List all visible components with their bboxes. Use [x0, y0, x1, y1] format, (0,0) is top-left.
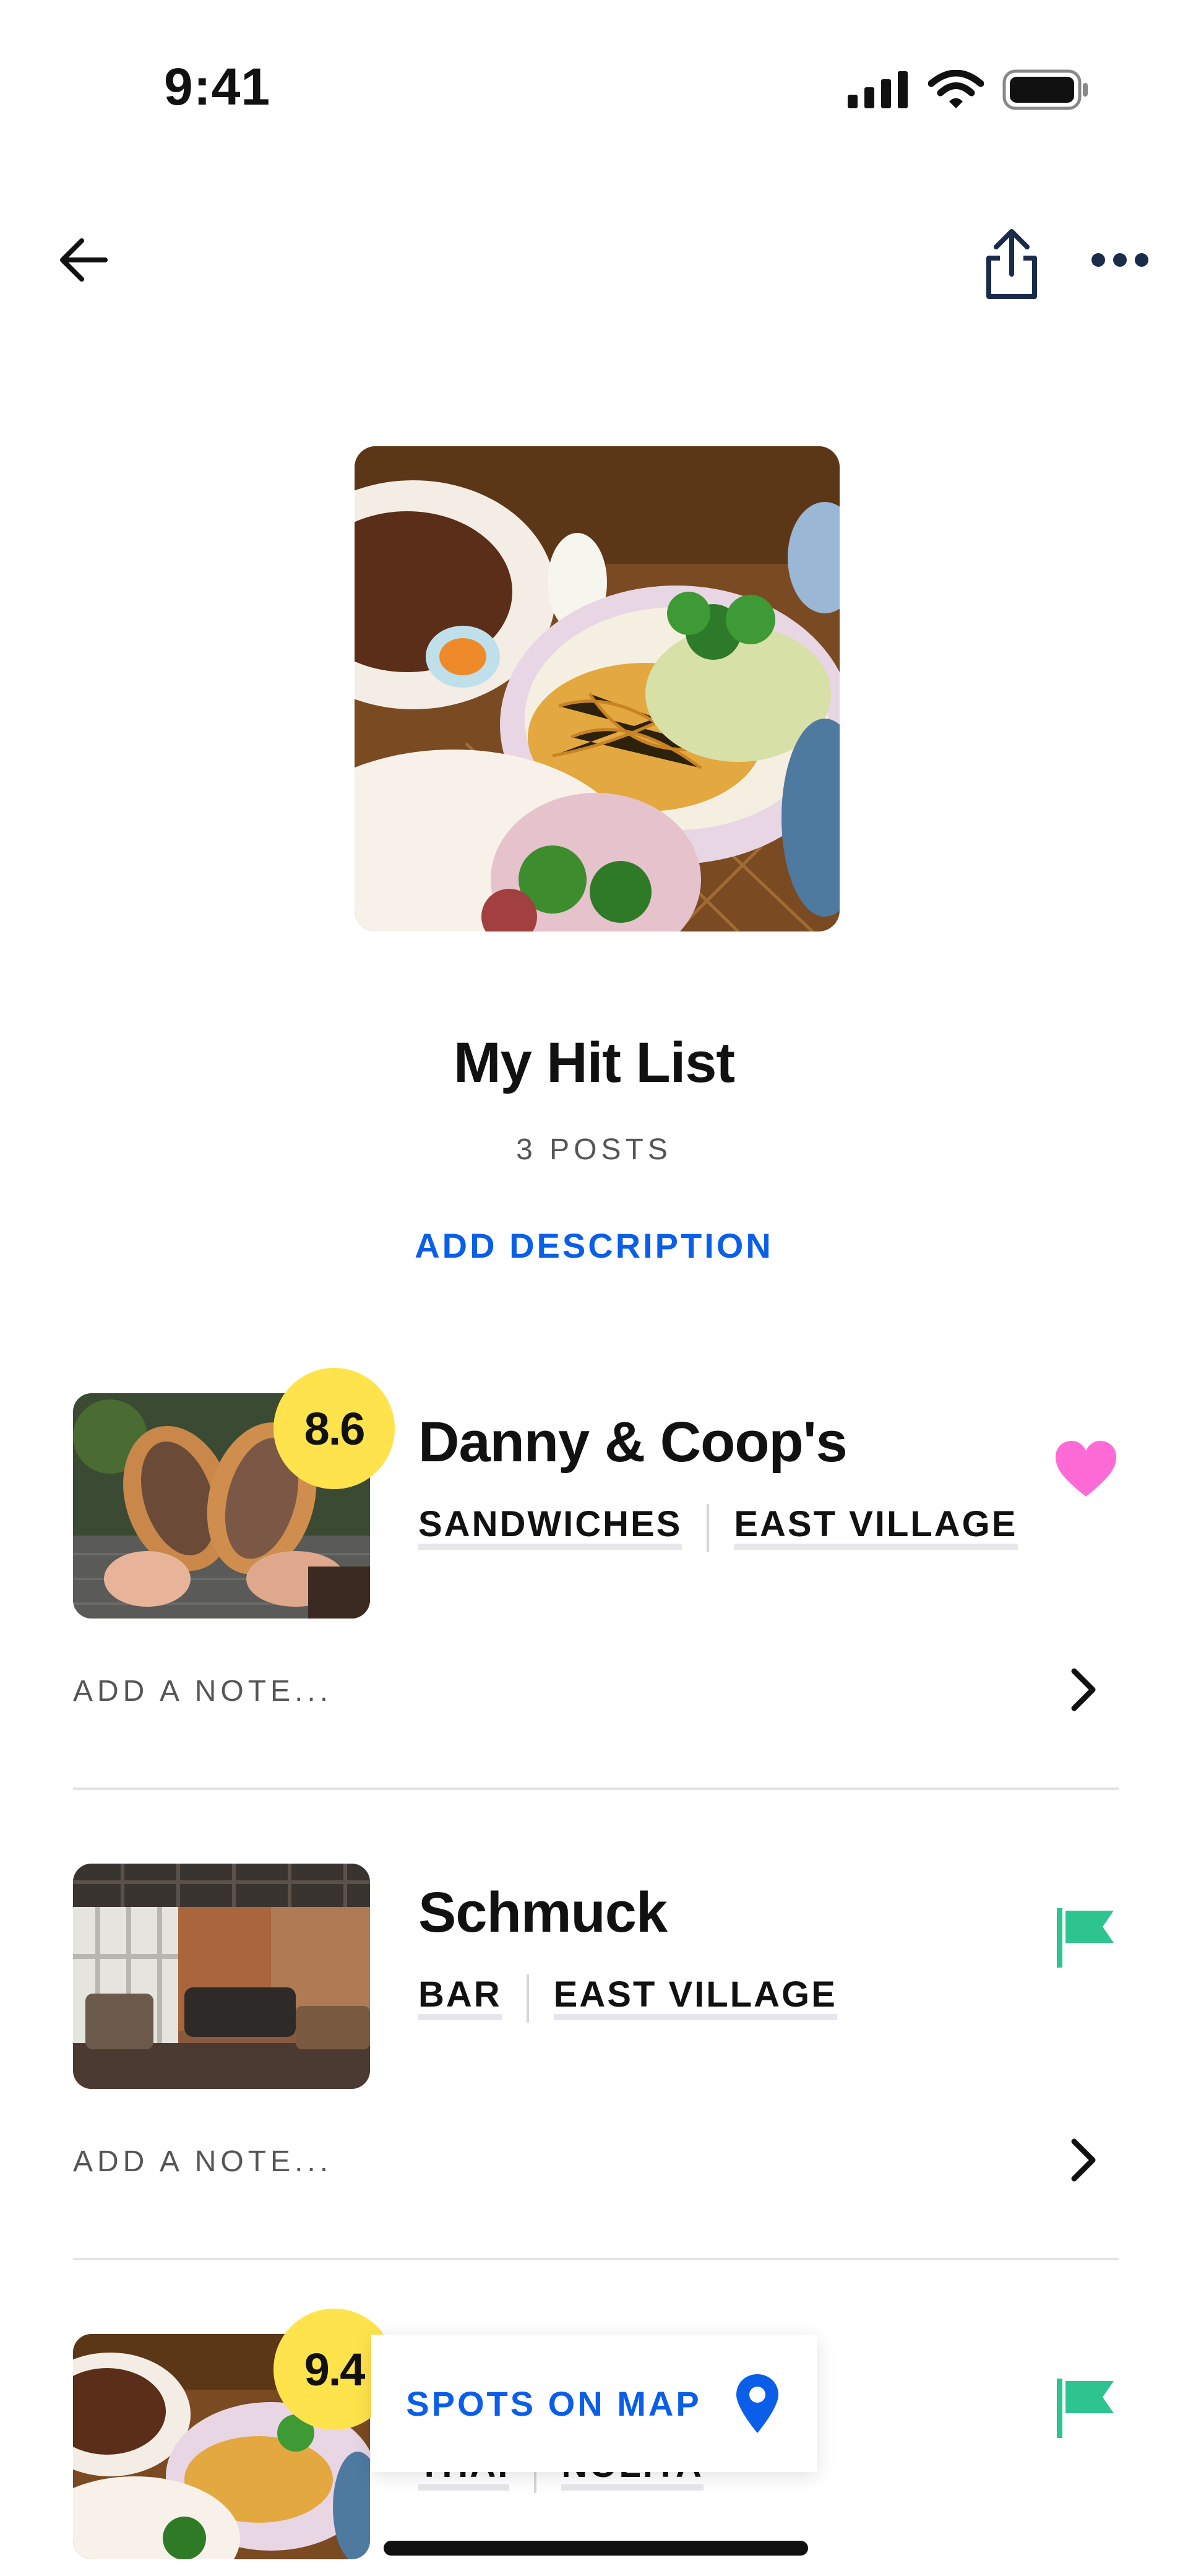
tag-neighborhood[interactable]: EAST VILLAGE	[734, 1506, 1018, 1550]
list-title: My Hit List	[453, 1031, 735, 1094]
flag-icon[interactable]	[1052, 2374, 1120, 2442]
post-thumbnail	[73, 1864, 370, 2089]
tag-category[interactable]: BAR	[418, 1977, 502, 2020]
more-options-icon[interactable]	[1089, 241, 1151, 279]
home-indicator	[384, 2541, 808, 2556]
score-badge: 8.6	[273, 1368, 395, 1489]
post-count: 3 POSTS	[516, 1133, 672, 1166]
list-cover-image	[355, 446, 840, 931]
signal-icon	[848, 71, 908, 108]
chevron-right-icon[interactable]	[1064, 1665, 1101, 1714]
map-pin-icon	[736, 2374, 778, 2433]
divider	[73, 1787, 1119, 1790]
spots-on-map-button[interactable]: SPOTS ON MAP	[371, 2335, 817, 2472]
spots-on-map-label: SPOTS ON MAP	[406, 2384, 702, 2423]
list-item[interactable]: Schmuck BAR EAST VILLAGE ADD A NOTE...	[0, 1832, 1188, 2302]
status-time: 9:41	[164, 58, 271, 116]
flag-icon[interactable]	[1052, 1903, 1120, 1971]
heart-icon[interactable]	[1052, 1436, 1120, 1504]
add-note-field[interactable]: ADD A NOTE...	[73, 1674, 332, 1708]
add-note-field[interactable]: ADD A NOTE...	[73, 2145, 332, 2179]
post-tags: BAR EAST VILLAGE	[418, 1974, 837, 2023]
post-tags: SANDWICHES EAST VILLAGE	[418, 1504, 1018, 1552]
back-arrow-icon[interactable]	[56, 232, 111, 288]
list-item[interactable]: 8.6 Danny & Coop's SANDWICHES EAST VILLA…	[0, 1362, 1188, 1832]
status-icons	[848, 69, 1089, 110]
tag-separator	[526, 1974, 529, 2023]
post-name[interactable]: Schmuck	[418, 1880, 668, 1945]
divider	[73, 2258, 1119, 2260]
tag-category[interactable]: SANDWICHES	[418, 1506, 682, 1550]
wifi-icon	[928, 70, 984, 108]
battery-icon	[1002, 69, 1088, 110]
share-icon[interactable]	[978, 226, 1046, 300]
tag-neighborhood[interactable]: EAST VILLAGE	[553, 1977, 837, 2020]
add-description-button[interactable]: ADD DESCRIPTION	[0, 1225, 1188, 1266]
tag-separator	[707, 1504, 710, 1552]
chevron-right-icon[interactable]	[1064, 2135, 1101, 2185]
post-name[interactable]: Danny & Coop's	[418, 1410, 848, 1475]
